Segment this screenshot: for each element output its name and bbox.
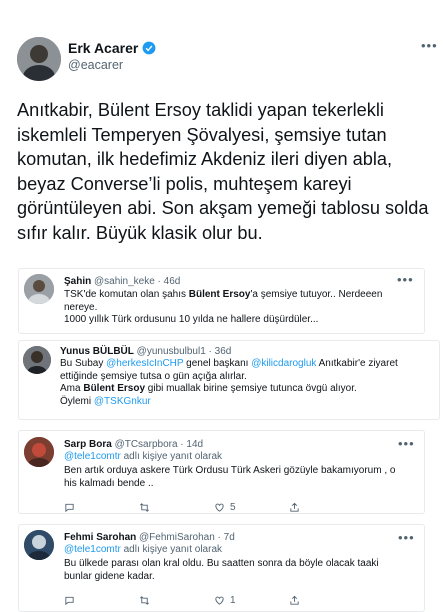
reply-author-name[interactable]: Sarp Bora <box>64 439 112 450</box>
reply-header: Fehmi Sarohan @FehmiSarohan · 7d <box>64 532 235 543</box>
reply-header: Şahin @sahin_keke · 46d <box>64 276 180 287</box>
reply-button[interactable] <box>64 594 139 606</box>
quote-header: Yunus BÜLBÜL @yunusbulbul1 · 36d <box>60 346 231 357</box>
text-segment: Öylemi <box>60 395 94 407</box>
text-segment: Bu Subay <box>60 358 107 369</box>
share-button[interactable] <box>289 501 364 513</box>
like-count: 5 <box>230 501 236 513</box>
avatar[interactable] <box>24 437 54 467</box>
replying-to: @tele1comtr adlı kişiye yanıt olarak <box>64 451 222 462</box>
text-line: 1000 yıllık Türk ordusunu 10 yılda ne ha… <box>64 314 319 325</box>
author-name[interactable]: Erk Acarer <box>68 40 156 56</box>
text-segment: genel başkanı <box>183 358 252 369</box>
more-dots-icon[interactable]: ••• <box>397 272 414 287</box>
reply-handle-time[interactable]: @sahin_keke · 46d <box>94 276 180 287</box>
text-bold: Bülent Ersoy <box>188 289 251 300</box>
mention-link[interactable]: @tele1comtr <box>64 544 121 555</box>
replying-to: @tele1comtr adlı kişiye yanıt olarak <box>64 544 222 555</box>
reply-text: TSK'de komutan olan şahıs Bülent Ersoy'a… <box>64 289 414 327</box>
more-dots-icon[interactable]: ••• <box>398 436 415 451</box>
action-bar: 5 <box>64 501 364 513</box>
share-button[interactable] <box>289 594 364 606</box>
text-segment: TSK'de komutan olan şahıs <box>64 289 189 300</box>
quote-text: Bu Subay @herkesIcInCHP genel başkanı @k… <box>60 358 432 408</box>
more-dots-icon[interactable]: ••• <box>421 38 438 53</box>
author-name-text[interactable]: Erk Acarer <box>68 40 138 56</box>
avatar[interactable] <box>23 346 51 374</box>
like-button[interactable]: 1 <box>214 594 289 606</box>
reply-text: Ben artık orduya askere Türk Ordusu Türk… <box>64 465 396 489</box>
text-segment: gibi muallak birine şemsiye tutunca övgü… <box>145 383 357 394</box>
author-handle[interactable]: @eacarer <box>68 58 123 72</box>
reply-handle-time[interactable]: @TCsarpbora · 14d <box>115 439 204 450</box>
like-icon <box>215 503 224 512</box>
retweet-button[interactable] <box>139 501 214 513</box>
reply-icon <box>65 503 74 512</box>
mention-link[interactable]: @kilicdarogluk <box>251 358 316 369</box>
retweet-icon <box>140 502 149 512</box>
reply-icon <box>65 596 74 605</box>
avatar[interactable] <box>24 530 54 560</box>
share-icon <box>290 595 299 605</box>
reply-author-name[interactable]: Fehmi Sarohan <box>64 532 136 543</box>
like-button[interactable]: 5 <box>214 501 289 513</box>
mention-link[interactable]: @TSKGnkur <box>94 396 151 407</box>
verified-badge-icon <box>142 41 156 55</box>
reply-author-name[interactable]: Şahin <box>64 276 91 287</box>
tweet-text: Anıtkabir, Bülent Ersoy taklidi yapan te… <box>17 100 429 243</box>
author-avatar[interactable] <box>17 37 61 81</box>
share-icon <box>290 502 299 512</box>
text-bold: Bülent Ersoy <box>83 383 146 394</box>
text-segment: Ama <box>60 383 84 394</box>
reply-text: Bu ülkede parası olan kral oldu. Bu saat… <box>64 558 379 582</box>
retweet-button[interactable] <box>139 594 214 606</box>
avatar[interactable] <box>24 274 54 304</box>
retweet-icon <box>140 595 149 605</box>
reply-to-text: adlı kişiye yanıt olarak <box>120 544 223 555</box>
reply-header: Sarp Bora @TCsarpbora · 14d <box>64 439 203 450</box>
mention-link[interactable]: @herkesIcInCHP <box>106 358 183 369</box>
quote-author-name[interactable]: Yunus BÜLBÜL <box>60 346 134 357</box>
reply-to-text: adlı kişiye yanıt olarak <box>120 451 223 462</box>
like-count: 1 <box>230 594 236 606</box>
quote-handle-time[interactable]: @yunusbulbul1 · 36d <box>137 346 232 357</box>
like-icon <box>215 596 224 605</box>
more-dots-icon[interactable]: ••• <box>398 530 415 545</box>
mention-link[interactable]: @tele1comtr <box>64 451 121 462</box>
action-bar: 1 <box>64 594 364 606</box>
reply-handle-time[interactable]: @FehmiSarohan · 7d <box>139 532 235 543</box>
reply-button[interactable] <box>64 501 139 513</box>
